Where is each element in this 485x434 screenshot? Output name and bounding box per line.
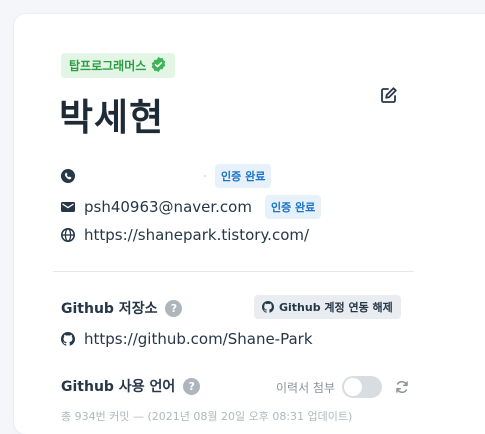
github-icon bbox=[61, 332, 75, 346]
refresh-icon[interactable] bbox=[395, 380, 409, 394]
github-url-row: https://github.com/Shane-Park bbox=[61, 330, 313, 348]
website-link[interactable]: https://shanepark.tistory.com/ bbox=[84, 226, 309, 244]
section-divider bbox=[53, 271, 414, 272]
github-repo-header: Github 저장소 ? bbox=[61, 298, 183, 318]
top-programmer-badge: 탑프로그래머스 bbox=[61, 53, 176, 78]
phone-number-masked bbox=[84, 169, 206, 183]
edit-icon bbox=[381, 87, 397, 103]
github-url-link[interactable]: https://github.com/Shane-Park bbox=[84, 330, 313, 348]
badge-label: 탑프로그래머스 bbox=[69, 59, 147, 73]
github-icon bbox=[262, 301, 274, 313]
email-text: psh40963@naver.com bbox=[84, 198, 252, 216]
toggle-knob bbox=[344, 378, 363, 396]
phone-verified-badge: 인증 완료 bbox=[215, 164, 272, 188]
mail-icon bbox=[61, 200, 75, 214]
globe-icon bbox=[61, 228, 75, 242]
badge-check-icon bbox=[150, 56, 167, 76]
help-icon[interactable]: ? bbox=[183, 377, 201, 395]
github-language-label: Github 사용 언어 bbox=[61, 379, 176, 395]
email-verified-badge: 인증 완료 bbox=[264, 195, 322, 219]
website-row: https://shanepark.tistory.com/ bbox=[61, 226, 309, 244]
github-repo-label: Github 저장소 bbox=[61, 301, 158, 317]
phone-icon bbox=[61, 169, 75, 183]
resume-attach-toggle[interactable] bbox=[342, 376, 383, 398]
github-unlink-label: Github 계정 연동 해제 bbox=[279, 301, 393, 314]
profile-card: 탑프로그래머스 박세현 인증 완료 psh40963@naver.com 인증 … bbox=[14, 14, 485, 434]
resume-attach-label: 이력서 첨부 bbox=[276, 380, 336, 395]
edit-profile-button[interactable] bbox=[379, 85, 399, 105]
resume-attach-control: 이력서 첨부 bbox=[276, 376, 409, 398]
profile-name: 박세현 bbox=[59, 96, 165, 139]
commit-info-text: 총 934번 커밋 — (2021년 08월 20일 오후 08:31 업데이트… bbox=[61, 410, 353, 423]
github-language-header: Github 사용 언어 ? bbox=[61, 376, 201, 396]
phone-row: 인증 완료 bbox=[61, 164, 272, 188]
help-icon[interactable]: ? bbox=[165, 299, 183, 317]
email-row: psh40963@naver.com 인증 완료 bbox=[61, 195, 322, 219]
github-unlink-button[interactable]: Github 계정 연동 해제 bbox=[254, 295, 401, 319]
